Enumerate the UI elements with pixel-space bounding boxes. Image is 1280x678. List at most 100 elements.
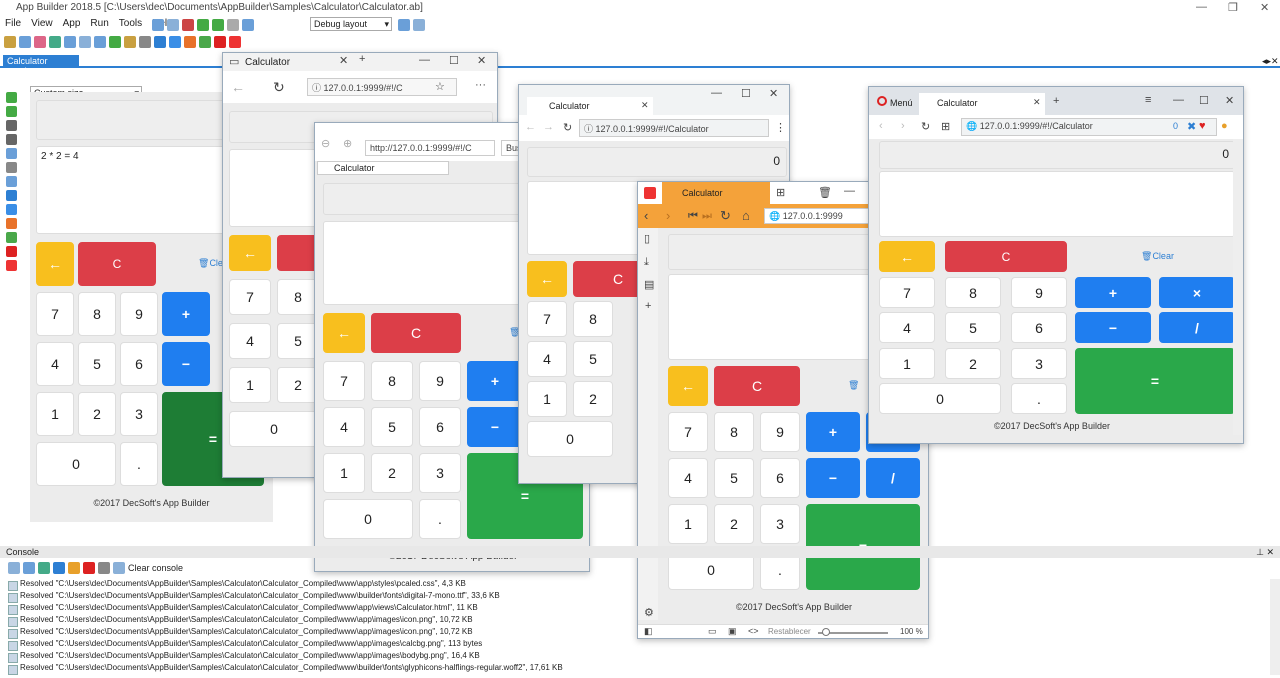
tab-scroll-icon[interactable]: ◂▸✕ bbox=[1262, 56, 1279, 67]
back-icon[interactable]: ← bbox=[231, 79, 245, 95]
back-icon[interactable] bbox=[6, 120, 17, 131]
extension-icon[interactable]: ● bbox=[1221, 120, 1228, 132]
favorite-icon[interactable]: ☆ bbox=[435, 80, 445, 93]
maximize-icon[interactable]: ☐ bbox=[741, 87, 751, 100]
build-icon[interactable] bbox=[227, 19, 239, 31]
close-icon[interactable]: ✕ bbox=[1225, 94, 1234, 107]
add-panel-icon[interactable]: + bbox=[645, 300, 651, 312]
chrome-key-8[interactable]: 8 bbox=[573, 301, 613, 337]
chrome-key-1[interactable]: 1 bbox=[527, 381, 567, 417]
opera-divide-button[interactable]: / bbox=[1159, 312, 1235, 343]
key-9[interactable]: 9 bbox=[120, 292, 158, 336]
menu-view[interactable]: View bbox=[26, 16, 58, 32]
edge-back-button[interactable]: ← bbox=[229, 235, 271, 271]
opera-times-button[interactable]: × bbox=[1159, 277, 1235, 308]
key-8[interactable]: 8 bbox=[78, 292, 116, 336]
warning-icon[interactable] bbox=[68, 562, 80, 574]
shield-icon[interactable]: ✖ bbox=[1187, 120, 1196, 133]
ie-key-3[interactable]: 3 bbox=[419, 453, 461, 493]
vivaldi-key-3[interactable]: 3 bbox=[760, 504, 800, 544]
tab-calculator-preview[interactable]: Calculator preview ✕ bbox=[3, 55, 79, 76]
down-icon[interactable] bbox=[212, 19, 224, 31]
opera-icon[interactable] bbox=[214, 36, 226, 48]
print-icon[interactable] bbox=[34, 36, 46, 48]
opera-tab[interactable]: Calculator bbox=[919, 93, 1045, 115]
forward-icon[interactable]: → bbox=[543, 121, 554, 133]
vivaldi-icon[interactable] bbox=[229, 36, 241, 48]
opera-clear-link[interactable]: 🗑Clear bbox=[1141, 251, 1174, 262]
forward-icon[interactable]: › bbox=[901, 120, 905, 132]
chrome-icon[interactable] bbox=[199, 36, 211, 48]
minimize-icon[interactable]: — bbox=[419, 54, 430, 66]
save-all-icon[interactable] bbox=[19, 36, 31, 48]
opera-logo-icon[interactable] bbox=[877, 96, 887, 106]
opera-key-3[interactable]: 3 bbox=[1011, 348, 1067, 379]
maximize-icon[interactable]: ☐ bbox=[449, 54, 459, 67]
ie-key-5[interactable]: 5 bbox=[371, 407, 413, 447]
forward-icon[interactable]: ⊕ bbox=[343, 137, 352, 150]
ie-clear-button[interactable]: C bbox=[371, 313, 461, 353]
refresh-icon[interactable]: ↻ bbox=[273, 79, 285, 96]
opera-clear-button[interactable]: C bbox=[945, 241, 1067, 272]
edge-icon[interactable] bbox=[154, 36, 166, 48]
refresh-icon[interactable] bbox=[6, 92, 17, 103]
vivaldi-logo-icon[interactable] bbox=[644, 187, 656, 199]
ie-key-8[interactable]: 8 bbox=[371, 361, 413, 401]
vivaldi-key-2[interactable]: 2 bbox=[714, 504, 754, 544]
opera-menu[interactable]: Menú bbox=[890, 98, 913, 108]
clear-console-button[interactable]: Clear console bbox=[128, 563, 183, 573]
ie-key-4[interactable]: 4 bbox=[323, 407, 365, 447]
opera-address-bar[interactable]: 🌐 127.0.0.1:9999/#!/Calculator bbox=[961, 118, 1217, 136]
ie-plus-button[interactable]: + bbox=[467, 361, 523, 401]
ie-key-0[interactable]: 0 bbox=[323, 499, 413, 539]
menu-run[interactable]: Run bbox=[85, 16, 113, 32]
minus-button[interactable]: − bbox=[162, 342, 210, 386]
back-icon[interactable]: ⊖ bbox=[321, 137, 330, 150]
ie-key-2[interactable]: 2 bbox=[371, 453, 413, 493]
layout-icon[interactable] bbox=[398, 19, 410, 31]
edge-key-8[interactable]: 8 bbox=[277, 279, 319, 315]
frame-icon[interactable] bbox=[79, 36, 91, 48]
device-icon[interactable] bbox=[6, 148, 17, 159]
tables-icon[interactable] bbox=[94, 36, 106, 48]
new-tab-icon[interactable]: + bbox=[359, 53, 365, 65]
opera-minus-button[interactable]: − bbox=[1075, 312, 1151, 343]
home-icon[interactable]: ⌂ bbox=[742, 208, 750, 223]
chrome-key-2[interactable]: 2 bbox=[573, 381, 613, 417]
menu-tools[interactable]: Tools bbox=[114, 16, 147, 32]
opera-key-5[interactable]: 5 bbox=[945, 312, 1001, 343]
refresh-icon[interactable]: ↻ bbox=[921, 120, 930, 133]
record-icon[interactable] bbox=[139, 36, 151, 48]
chrome-key-5[interactable]: 5 bbox=[573, 341, 613, 377]
vivaldi-clear-button[interactable]: C bbox=[714, 366, 800, 406]
ie-side-icon[interactable] bbox=[6, 204, 17, 215]
key-5[interactable]: 5 bbox=[78, 342, 116, 386]
heart-icon[interactable]: ♥ bbox=[1199, 120, 1206, 132]
chrome-key-4[interactable]: 4 bbox=[527, 341, 567, 377]
chrome-tab[interactable]: Calculator bbox=[527, 97, 653, 115]
reload-icon[interactable] bbox=[6, 106, 17, 117]
minimize-icon[interactable]: — bbox=[844, 185, 855, 197]
close-icon[interactable]: ✕ bbox=[477, 54, 486, 67]
trash-icon[interactable]: 🗑 bbox=[818, 186, 832, 199]
trash-icon[interactable] bbox=[98, 562, 110, 574]
vivaldi-key-5[interactable]: 5 bbox=[714, 458, 754, 498]
layout-select[interactable]: Debug layout bbox=[310, 17, 392, 31]
ie-key-6[interactable]: 6 bbox=[419, 407, 461, 447]
vivaldi-side-icon[interactable] bbox=[6, 260, 17, 271]
minimize-icon[interactable]: — bbox=[1196, 1, 1207, 13]
back-icon[interactable]: ← bbox=[525, 121, 536, 133]
rewind-icon[interactable]: ⏮ bbox=[688, 210, 698, 223]
key-3[interactable]: 3 bbox=[120, 392, 158, 436]
ie-icon[interactable] bbox=[169, 36, 181, 48]
key-0[interactable]: 0 bbox=[36, 442, 116, 486]
edge-key-5[interactable]: 5 bbox=[277, 323, 319, 359]
vivaldi-key-9[interactable]: 9 bbox=[760, 412, 800, 452]
opera-key-6[interactable]: 6 bbox=[1011, 312, 1067, 343]
chrome-key-7[interactable]: 7 bbox=[527, 301, 567, 337]
menu-icon[interactable]: ⋮ bbox=[775, 121, 786, 134]
info-icon[interactable] bbox=[53, 562, 65, 574]
chrome-key-0[interactable]: 0 bbox=[527, 421, 613, 457]
opera-key-7[interactable]: 7 bbox=[879, 277, 935, 308]
bookmarks-icon[interactable]: ▯ bbox=[644, 232, 650, 245]
